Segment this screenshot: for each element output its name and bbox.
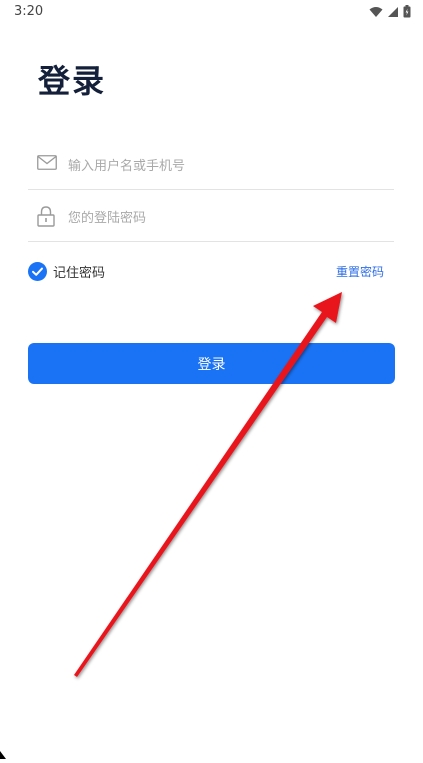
username-field bbox=[28, 143, 394, 190]
password-input[interactable] bbox=[66, 203, 390, 233]
corner-mark bbox=[0, 744, 8, 759]
status-bar: 3:20 bbox=[0, 0, 423, 24]
status-icons bbox=[369, 5, 411, 18]
page-title: 登录 bbox=[38, 62, 107, 100]
username-input[interactable] bbox=[66, 151, 390, 181]
signal-icon bbox=[388, 6, 398, 17]
status-time: 3:20 bbox=[14, 4, 44, 19]
remember-password-label: 记住密码 bbox=[53, 266, 106, 281]
reset-password-link[interactable]: 重置密码 bbox=[336, 263, 384, 280]
checkbox-checked-icon[interactable] bbox=[28, 262, 47, 281]
login-button[interactable]: 登录 bbox=[28, 343, 395, 384]
mail-icon bbox=[37, 155, 57, 170]
wifi-icon bbox=[369, 6, 383, 17]
battery-icon bbox=[403, 5, 411, 18]
lock-icon bbox=[37, 206, 55, 227]
remember-password-toggle[interactable]: 记住密码 bbox=[28, 262, 105, 281]
password-field bbox=[28, 195, 394, 242]
